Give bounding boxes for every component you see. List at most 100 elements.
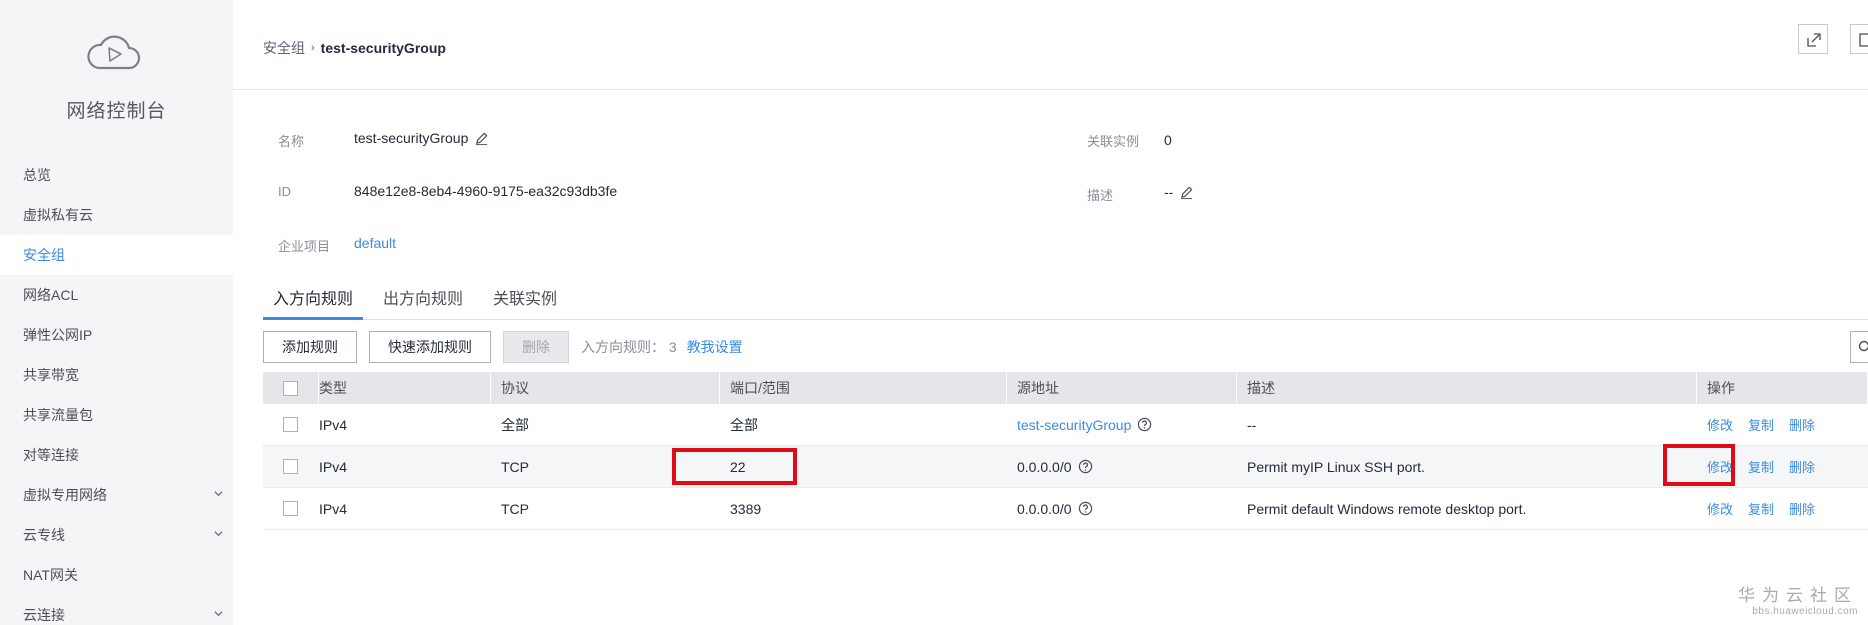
delete-rule-button[interactable]: 删除 bbox=[503, 331, 569, 363]
inbound-rule-count: 入方向规则： 3 bbox=[581, 339, 677, 355]
sidebar-item-shared-data-package[interactable]: 共享流量包 bbox=[0, 395, 233, 435]
panel-icon bbox=[1859, 33, 1868, 47]
export-icon bbox=[1807, 33, 1821, 47]
edit-highlight-box bbox=[1663, 444, 1735, 486]
cell-protocol: 全部 bbox=[501, 416, 529, 433]
edit-rule-link[interactable]: 修改 bbox=[1707, 415, 1733, 434]
instances-count: 0 bbox=[1164, 132, 1172, 148]
sidebar-item-label: NAT网关 bbox=[23, 567, 78, 583]
tab-inbound-rules[interactable]: 入方向规则 bbox=[263, 284, 364, 320]
name-value: test-securityGroup bbox=[354, 130, 489, 146]
copy-rule-link[interactable]: 复制 bbox=[1748, 415, 1774, 434]
help-icon[interactable] bbox=[1137, 417, 1152, 432]
table-row: IPv4 全部 全部 test-securityGroup -- 修改 复制 删… bbox=[263, 404, 1868, 446]
cell-port: 3389 bbox=[730, 500, 762, 517]
watermark-sub: bbs.huaweicloud.com bbox=[1752, 606, 1858, 617]
cell-description: -- bbox=[1247, 416, 1257, 433]
sidebar-item-label: 云连接 bbox=[23, 607, 65, 623]
cell-actions: 修改 复制 删除 bbox=[1697, 488, 1868, 529]
sidebar-item-nat-gateway[interactable]: NAT网关 bbox=[0, 555, 233, 595]
rules-toolbar: 添加规则 快速添加规则 删除 入方向规则： 3 教我设置 bbox=[263, 331, 743, 363]
source-cidr: 0.0.0.0/0 bbox=[1017, 458, 1072, 475]
copy-rule-link[interactable]: 复制 bbox=[1748, 499, 1774, 518]
header-actions: 操作 bbox=[1697, 372, 1868, 404]
sidebar-item-label: 虚拟专用网络 bbox=[23, 487, 107, 503]
chevron-down-icon bbox=[214, 611, 223, 617]
sidebar-item-eip[interactable]: 弹性公网IP bbox=[0, 315, 233, 355]
help-icon[interactable] bbox=[1078, 501, 1093, 516]
sidebar-item-label: 安全组 bbox=[23, 247, 65, 263]
instances-value: 0 bbox=[1164, 132, 1172, 148]
select-all-checkbox[interactable] bbox=[283, 380, 298, 396]
add-rule-button[interactable]: 添加规则 bbox=[263, 331, 357, 363]
cell-actions: 修改 复制 删除 bbox=[1697, 404, 1868, 445]
watermark: 华为云社区 bbs.huaweicloud.com bbox=[1738, 581, 1858, 617]
search-icon bbox=[1858, 340, 1868, 352]
id-value: 848e12e8-8eb4-4960-9175-ea32c93db3fe bbox=[354, 183, 617, 199]
watermark-main: 华为云社区 bbox=[1738, 586, 1858, 605]
edit-rule-link[interactable]: 修改 bbox=[1707, 499, 1733, 518]
security-group-name: test-securityGroup bbox=[354, 130, 469, 146]
sidebar-item-label: 虚拟私有云 bbox=[23, 207, 93, 223]
sidebar-item-overview[interactable]: 总览 bbox=[0, 155, 233, 195]
table-row: IPv4 TCP 3389 0.0.0.0/0 Permit default W… bbox=[263, 488, 1868, 530]
help-setup-link[interactable]: 教我设置 bbox=[687, 337, 743, 357]
desc-label: 描述 bbox=[1087, 188, 1114, 203]
row-checkbox-cell bbox=[263, 446, 319, 487]
sidebar-item-label: 总览 bbox=[23, 167, 51, 183]
cell-type: IPv4 bbox=[319, 416, 348, 433]
cell-description: Permit myIP Linux SSH port. bbox=[1247, 458, 1425, 475]
name-label: 名称 bbox=[278, 134, 305, 149]
header-type: 类型 bbox=[319, 372, 491, 404]
sidebar-menu: 总览 虚拟私有云 安全组 网络ACL 弹性公网IP 共享带宽 共享流量包 对等连… bbox=[0, 155, 233, 625]
sidebar-item-vpn[interactable]: 虚拟专用网络 bbox=[0, 475, 233, 515]
source-group-link[interactable]: test-securityGroup bbox=[1017, 417, 1131, 433]
copy-rule-link[interactable]: 复制 bbox=[1748, 457, 1774, 476]
cell-source: 0.0.0.0/0 bbox=[1007, 488, 1237, 529]
sidebar-item-label: 对等连接 bbox=[23, 447, 79, 463]
cell-description: Permit default Windows remote desktop po… bbox=[1247, 500, 1527, 517]
sidebar-item-security-group[interactable]: 安全组 bbox=[0, 235, 233, 275]
row-checkbox[interactable] bbox=[283, 417, 298, 432]
sidebar-item-shared-bandwidth[interactable]: 共享带宽 bbox=[0, 355, 233, 395]
page-header: 安全组 › test-securityGroup bbox=[233, 0, 1868, 90]
cell-type: IPv4 bbox=[319, 458, 348, 475]
port-highlight-box bbox=[672, 448, 797, 485]
quick-add-rule-button[interactable]: 快速添加规则 bbox=[369, 331, 491, 363]
id-label: ID bbox=[278, 184, 291, 199]
sidebar-item-cloud-connect[interactable]: 云连接 bbox=[0, 595, 233, 625]
header-port: 端口/范围 bbox=[720, 372, 1007, 404]
sidebar-item-peering[interactable]: 对等连接 bbox=[0, 435, 233, 475]
row-checkbox[interactable] bbox=[283, 459, 298, 474]
table-header: 类型 协议 端口/范围 源地址 描述 操作 bbox=[263, 372, 1868, 404]
tab-associated-instances[interactable]: 关联实例 bbox=[483, 284, 567, 320]
console-title: 网络控制台 bbox=[66, 101, 167, 122]
help-icon[interactable] bbox=[1078, 459, 1093, 474]
delete-rule-link[interactable]: 删除 bbox=[1789, 457, 1815, 476]
sidebar-item-label: 网络ACL bbox=[23, 287, 79, 303]
cell-type: IPv4 bbox=[319, 500, 348, 517]
sidebar-item-label: 云专线 bbox=[23, 527, 65, 543]
header-checkbox-cell bbox=[263, 372, 319, 404]
project-label: 企业项目 bbox=[278, 239, 331, 254]
sidebar-item-label: 弹性公网IP bbox=[23, 327, 93, 343]
cell-source: 0.0.0.0/0 bbox=[1007, 446, 1237, 487]
tab-outbound-rules[interactable]: 出方向规则 bbox=[373, 284, 473, 320]
project-value: default bbox=[354, 235, 396, 251]
row-checkbox[interactable] bbox=[283, 501, 298, 516]
enterprise-project-link[interactable]: default bbox=[354, 235, 396, 251]
sidebar-item-network-acl[interactable]: 网络ACL bbox=[0, 275, 233, 315]
edit-name-icon[interactable] bbox=[474, 131, 489, 146]
delete-rule-link[interactable]: 删除 bbox=[1789, 415, 1815, 434]
search-input[interactable] bbox=[1850, 331, 1868, 363]
edit-description-icon[interactable] bbox=[1179, 185, 1194, 200]
cell-protocol: TCP bbox=[501, 500, 529, 517]
breadcrumb-parent-link[interactable]: 安全组 bbox=[263, 38, 305, 58]
sidebar-item-vpc[interactable]: 虚拟私有云 bbox=[0, 195, 233, 235]
sidebar-item-direct-connect[interactable]: 云专线 bbox=[0, 515, 233, 555]
export-button[interactable] bbox=[1798, 24, 1828, 54]
delete-rule-link[interactable]: 删除 bbox=[1789, 499, 1815, 518]
header-source: 源地址 bbox=[1007, 372, 1237, 404]
table-row: IPv4 TCP 22 0.0.0.0/0 Permit myIP Linux … bbox=[263, 446, 1868, 488]
panel-button[interactable] bbox=[1850, 24, 1868, 54]
